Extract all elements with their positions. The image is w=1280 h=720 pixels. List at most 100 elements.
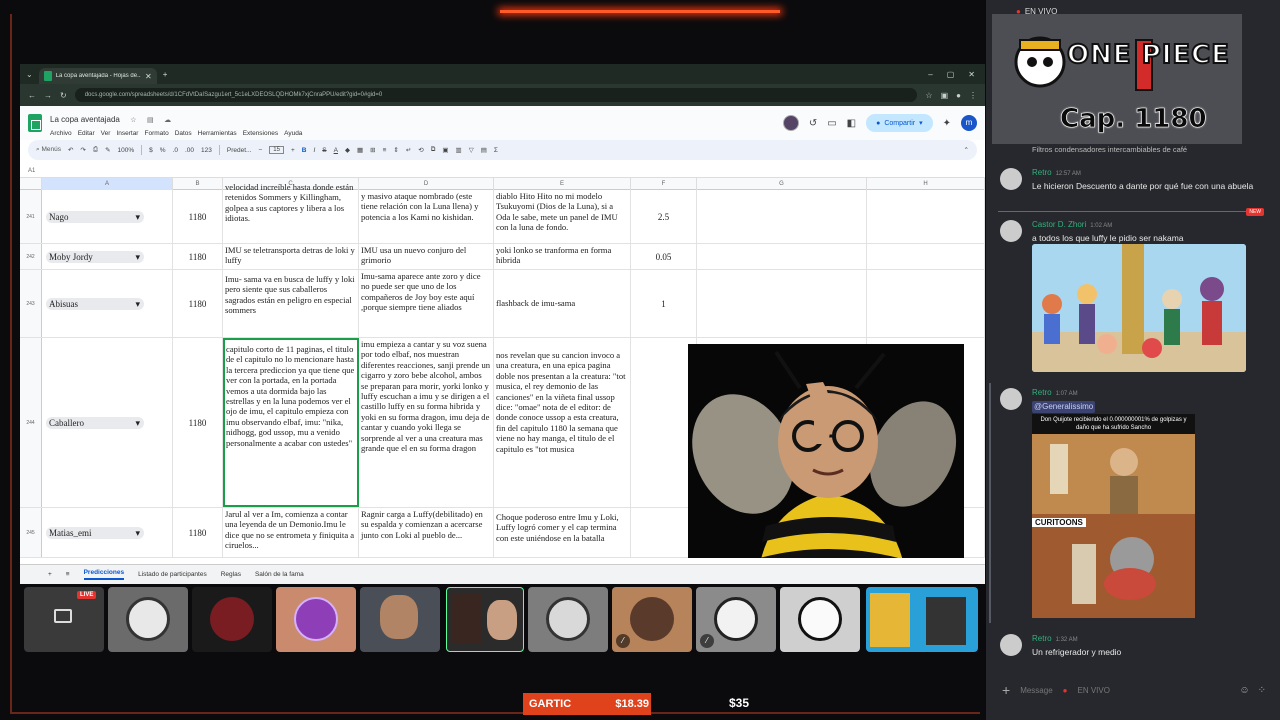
menu-datos[interactable]: Datos <box>175 130 192 137</box>
add-attachment-icon[interactable]: + <box>1002 682 1010 698</box>
move-folder-icon[interactable]: ▤ <box>147 117 154 124</box>
formula-bar[interactable]: A1 <box>20 164 985 178</box>
select-all-corner[interactable] <box>20 178 42 190</box>
chart-icon[interactable]: ▥ <box>456 146 462 154</box>
wrap-icon[interactable]: ↵ <box>406 146 411 154</box>
tab-list-icon[interactable]: ⌄ <box>26 70 33 79</box>
meet-icon[interactable]: ◧ <box>847 118 856 129</box>
row-number[interactable]: 243 <box>20 270 42 337</box>
bold-button[interactable]: B <box>302 147 307 154</box>
menu-formato[interactable]: Formato <box>144 130 168 137</box>
link-icon[interactable]: ⧉ <box>431 146 436 154</box>
participant-tile[interactable] <box>108 587 188 652</box>
prediction-2-cell[interactable]: y masivo ataque nombrado (este tiene rel… <box>359 190 494 243</box>
sheet-tab-reglas[interactable]: Reglas <box>221 571 241 578</box>
bookmark-star-icon[interactable]: ☆ <box>925 91 932 100</box>
score-cell[interactable]: 2.5 <box>631 190 697 243</box>
column-header[interactable]: B <box>173 178 223 190</box>
message-author[interactable]: Retro <box>1032 634 1052 643</box>
participant-tile[interactable] <box>276 587 356 652</box>
chapter-cell[interactable]: 1180 <box>173 338 223 507</box>
empty-cell[interactable] <box>867 244 985 269</box>
fill-color-icon[interactable]: ◆ <box>345 146 350 154</box>
browser-menu-icon[interactable]: ⋮ <box>969 91 977 100</box>
percent-format-button[interactable]: % <box>160 147 166 154</box>
menu-insertar[interactable]: Insertar <box>116 130 138 137</box>
prediction-3-cell[interactable]: yoki lonko se tranforma en forma hibrida <box>494 244 631 269</box>
column-header[interactable]: F <box>631 178 697 190</box>
sheet-tab-participantes[interactable]: Listado de participantes <box>138 571 207 578</box>
screen-share-tile[interactable] <box>866 587 978 652</box>
chapter-cell[interactable]: 1180 <box>173 508 223 557</box>
prediction-2-cell[interactable]: Ragnir carga a Luffy(debilitado) en su e… <box>359 508 494 557</box>
empty-cell[interactable] <box>867 190 985 243</box>
minimize-icon[interactable]: – <box>928 70 932 79</box>
undo-icon[interactable]: ↶ <box>68 146 73 154</box>
column-header[interactable]: A <box>42 178 173 190</box>
new-tab-icon[interactable]: + <box>163 70 168 79</box>
user-avatar[interactable] <box>1000 388 1022 410</box>
chapter-cell[interactable]: 1180 <box>173 244 223 269</box>
rotate-icon[interactable]: ⟲ <box>418 146 423 154</box>
name-box[interactable]: A1 <box>28 168 35 174</box>
valign-icon[interactable]: ⇕ <box>393 146 398 154</box>
prediction-3-cell[interactable]: flashback de imu-sama <box>494 270 631 337</box>
participant-cell[interactable]: Moby Jordy ▾ <box>42 244 173 269</box>
participant-tile[interactable]: ⁄ <box>696 587 776 652</box>
menu-herramientas[interactable]: Herramientas <box>198 130 237 137</box>
close-tab-icon[interactable]: ✕ <box>145 72 152 81</box>
message-author[interactable]: Castor D. Zhori <box>1032 220 1086 229</box>
participant-webcam-tile[interactable] <box>360 587 440 652</box>
row-number[interactable]: 244 <box>20 338 42 507</box>
comments-icon[interactable]: ▭ <box>827 118 836 129</box>
browser-tab[interactable]: La copa aventajada - Hojas de... ✕ <box>38 68 157 84</box>
decimal-decrease-icon[interactable]: .0 <box>173 147 178 154</box>
message-author[interactable]: Retro <box>1032 388 1052 397</box>
participant-cell[interactable]: Matias_emi ▾ <box>42 508 173 557</box>
star-icon[interactable]: ☆ <box>130 117 136 124</box>
chapter-cell[interactable]: 1180 <box>173 270 223 337</box>
gemini-sparkle-icon[interactable]: ✦ <box>943 118 951 129</box>
apps-icon[interactable]: ⁘ <box>1258 685 1266 696</box>
sheet-tab-salon[interactable]: Salón de la fama <box>255 571 304 578</box>
zoom-select[interactable]: 100% <box>118 147 135 154</box>
prediction-2-cell[interactable]: IMU usa un nuevo conjuro del grimorio <box>359 244 494 269</box>
reload-icon[interactable]: ↻ <box>60 91 67 100</box>
prediction-1-cell[interactable]: Jarul al ver a Im, comienza a contar una… <box>223 508 359 557</box>
prediction-1-cell-selected[interactable]: capitulo corto de 11 paginas, el titulo … <box>223 338 359 507</box>
score-cell[interactable]: 1 <box>631 270 697 337</box>
chat-input-placeholder[interactable]: Message <box>1020 686 1052 695</box>
extensions-icon[interactable]: ▣ <box>941 91 949 100</box>
row-number[interactable]: 241 <box>20 190 42 243</box>
sheet-tab-predicciones[interactable]: Predicciones <box>83 569 125 580</box>
decimal-increase-icon[interactable]: .00 <box>185 147 194 154</box>
align-icon[interactable]: ≡ <box>383 147 387 154</box>
empty-cell[interactable] <box>697 270 867 337</box>
score-cell[interactable]: 0.05 <box>631 244 697 269</box>
text-color-button[interactable]: A <box>334 147 338 154</box>
document-title[interactable]: La copa aventajada <box>50 115 120 124</box>
history-icon[interactable]: ↺ <box>809 118 817 129</box>
all-sheets-icon[interactable]: ≡ <box>66 571 70 578</box>
participant-chip[interactable]: Caballero ▾ <box>46 416 144 429</box>
url-field[interactable]: docs.google.com/spreadsheets/d/1CFdVtDaI… <box>74 88 918 102</box>
prediction-1-cell[interactable]: velocidad increíble hasta donde están re… <box>223 182 359 244</box>
menu-ayuda[interactable]: Ayuda <box>284 130 302 137</box>
empty-cell[interactable] <box>697 190 867 243</box>
comment-icon[interactable]: ▣ <box>442 146 448 154</box>
prediction-1-cell[interactable]: Imu- sama va en busca de luffy y loki pe… <box>223 270 359 337</box>
participant-chip[interactable]: Nago ▾ <box>46 210 144 223</box>
participant-tile[interactable] <box>192 587 272 652</box>
currency-format-button[interactable]: $ <box>149 147 153 154</box>
empty-cell[interactable] <box>867 270 985 337</box>
strikethrough-button[interactable]: S <box>322 147 326 154</box>
font-size-input[interactable]: 15 <box>269 146 284 154</box>
menu-ver[interactable]: Ver <box>101 130 111 137</box>
participant-cell[interactable]: Caballero ▾ <box>42 338 173 507</box>
prediction-1-cell[interactable]: IMU se teletransporta detras de loki y l… <box>223 244 359 269</box>
row-number[interactable]: 245 <box>20 508 42 557</box>
collapse-toolbar-icon[interactable]: ⌃ <box>964 146 969 154</box>
empty-cell[interactable] <box>697 244 867 269</box>
maximize-icon[interactable]: ▢ <box>947 70 955 79</box>
emoji-icon[interactable]: ☺ <box>1239 685 1249 696</box>
